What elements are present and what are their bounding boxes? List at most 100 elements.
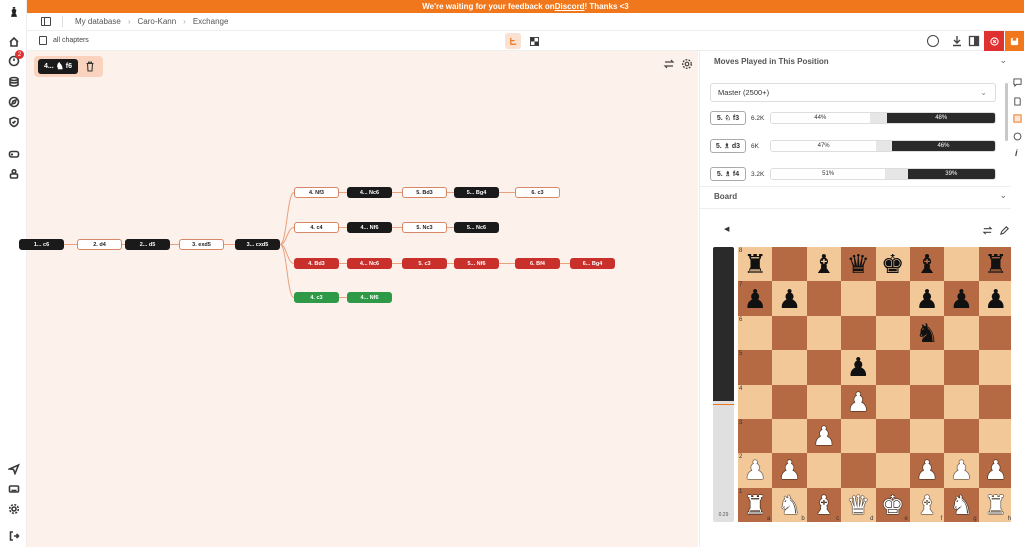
board-square[interactable] bbox=[875, 418, 910, 454]
move-chip[interactable]: 5. ♗ d3 bbox=[710, 139, 746, 153]
black-rook-icon[interactable]: ♜ bbox=[984, 251, 1007, 277]
move-stat-row[interactable]: 5. ♗ d3 6K 47% 46% bbox=[710, 139, 996, 153]
black-pawn-icon[interactable]: ♟ bbox=[744, 286, 767, 312]
black-pawn-icon[interactable]: ♟ bbox=[778, 286, 801, 312]
board-square[interactable]: ♛ bbox=[841, 247, 876, 282]
board-square[interactable] bbox=[772, 247, 807, 282]
white-knight-icon[interactable]: ♞ bbox=[778, 492, 801, 518]
move-node[interactable]: 2. d4 bbox=[77, 239, 122, 250]
move-node[interactable]: 4... Nc6 bbox=[347, 187, 392, 198]
puzzle-icon[interactable] bbox=[1013, 132, 1022, 141]
white-pawn-icon[interactable]: ♟ bbox=[950, 457, 973, 483]
board-square[interactable] bbox=[978, 315, 1013, 351]
save-button[interactable] bbox=[1005, 31, 1024, 51]
black-queen-icon[interactable]: ♛ bbox=[847, 251, 870, 277]
move-node[interactable]: 3. exd5 bbox=[179, 239, 224, 250]
board-view-button[interactable] bbox=[526, 33, 542, 49]
layout-icon[interactable] bbox=[968, 35, 980, 47]
black-pawn-icon[interactable]: ♟ bbox=[915, 286, 938, 312]
black-pawn-icon[interactable]: ♟ bbox=[950, 286, 973, 312]
download-icon[interactable] bbox=[951, 35, 963, 47]
board-square[interactable] bbox=[806, 281, 842, 316]
move-chip[interactable]: 5. ♗ f4 bbox=[710, 167, 746, 181]
board-square[interactable] bbox=[944, 384, 979, 419]
send-icon[interactable] bbox=[7, 462, 20, 475]
board-square[interactable]: 4 bbox=[738, 384, 773, 419]
move-node[interactable]: 6. Bf4 bbox=[515, 258, 560, 269]
annotate-icon[interactable] bbox=[1013, 97, 1022, 106]
home-icon[interactable] bbox=[7, 35, 20, 48]
black-pawn-icon[interactable]: ♟ bbox=[984, 286, 1007, 312]
board-square[interactable]: ♟ bbox=[772, 281, 807, 316]
white-pawn-icon[interactable]: ♟ bbox=[915, 457, 938, 483]
comment-icon[interactable] bbox=[1013, 78, 1022, 87]
board-square[interactable]: ♟ bbox=[841, 350, 876, 385]
board-square[interactable] bbox=[909, 418, 945, 454]
white-rook-icon[interactable]: ♜ bbox=[984, 492, 1007, 518]
move-node[interactable]: 5... Bg4 bbox=[454, 187, 499, 198]
discord-link[interactable]: Discord bbox=[555, 2, 585, 11]
white-queen-icon[interactable]: ♛ bbox=[847, 492, 870, 518]
board-square[interactable]: 1 a ♜ bbox=[738, 487, 773, 522]
move-node[interactable]: 1... c6 bbox=[19, 239, 64, 250]
board-square[interactable]: ♟ bbox=[909, 281, 945, 316]
board-square[interactable] bbox=[875, 453, 910, 488]
board-square[interactable] bbox=[978, 350, 1013, 385]
board-square[interactable]: ♟ bbox=[944, 453, 979, 488]
board-square[interactable] bbox=[772, 350, 807, 385]
board-square[interactable]: 3 bbox=[738, 418, 773, 454]
board-square[interactable]: 5 bbox=[738, 350, 773, 385]
move-node[interactable]: 5... Nf6 bbox=[454, 258, 499, 269]
database-icon[interactable] bbox=[7, 75, 20, 88]
board-square[interactable]: ♚ bbox=[875, 247, 910, 282]
keyboard-icon[interactable] bbox=[7, 482, 20, 495]
move-node[interactable]: 5... Nc6 bbox=[454, 222, 499, 233]
move-node[interactable]: 5. Bd3 bbox=[402, 187, 447, 198]
white-pawn-icon[interactable]: ♟ bbox=[778, 457, 801, 483]
white-pawn-icon[interactable]: ♟ bbox=[744, 457, 767, 483]
move-node[interactable]: 4. Nf3 bbox=[294, 187, 339, 198]
board-square[interactable]: f ♝ bbox=[909, 487, 945, 522]
white-bishop-icon[interactable]: ♝ bbox=[915, 492, 938, 518]
move-node[interactable]: 6... Bg4 bbox=[570, 258, 615, 269]
white-knight-icon[interactable]: ♞ bbox=[950, 492, 973, 518]
move-node[interactable]: 4... Nf6 bbox=[347, 222, 392, 233]
move-node[interactable]: 3... cxd5 bbox=[235, 239, 280, 250]
board-square[interactable] bbox=[806, 350, 842, 385]
globe-icon[interactable] bbox=[927, 35, 939, 47]
board-square[interactable] bbox=[772, 315, 807, 351]
board-square[interactable]: ♝ bbox=[806, 247, 842, 282]
board-square[interactable]: h ♜ bbox=[978, 487, 1013, 522]
chapters-select[interactable]: all chapters bbox=[53, 37, 89, 44]
breadcrumb-item[interactable]: My database bbox=[75, 17, 121, 26]
board-square[interactable]: g ♞ bbox=[944, 487, 979, 522]
board-square[interactable]: ♟ bbox=[841, 384, 876, 419]
move-stat-row[interactable]: 5. ♘ f3 6.2K 44% 48% bbox=[710, 111, 996, 125]
board-square[interactable] bbox=[806, 315, 842, 351]
board-square[interactable] bbox=[841, 315, 876, 351]
board-square[interactable]: ♜ bbox=[978, 247, 1013, 282]
tree-view-button[interactable] bbox=[505, 33, 521, 49]
white-rook-icon[interactable]: ♜ bbox=[744, 492, 767, 518]
move-chip[interactable]: 5. ♘ f3 bbox=[710, 111, 746, 125]
black-bishop-icon[interactable]: ♝ bbox=[812, 251, 835, 277]
white-pawn-icon[interactable]: ♟ bbox=[847, 389, 870, 415]
black-knight-icon[interactable]: ♞ bbox=[915, 320, 938, 346]
breadcrumb-item[interactable]: Caro-Kann bbox=[137, 17, 176, 26]
chessboard[interactable]: 8 ♜ ♝ ♛ ♚ ♝ ♜ 7 ♟ ♟ ♟ ♟ ♟ 6 ♞ 5 ♟ 4 ♟ 3 ♟ 2 ♟ ♟ ♟ ♟ ♟ 1 a ♜ b ♞ c ♝ d ♛ e ♚ f ♝… bbox=[738, 247, 1013, 522]
sidebar-toggle-icon[interactable] bbox=[41, 17, 51, 26]
info-icon[interactable]: i bbox=[1015, 148, 1018, 158]
board-square[interactable] bbox=[978, 418, 1013, 454]
white-king-icon[interactable]: ♚ bbox=[881, 492, 904, 518]
move-node[interactable]: 5. Nc3 bbox=[402, 222, 447, 233]
board-square[interactable] bbox=[944, 350, 979, 385]
board-square[interactable]: ♞ bbox=[909, 315, 945, 351]
settings-icon[interactable] bbox=[7, 502, 20, 515]
collapse-left-icon[interactable]: ◀ bbox=[724, 225, 729, 233]
board-square[interactable] bbox=[944, 247, 979, 282]
board-square[interactable] bbox=[944, 418, 979, 454]
board-square[interactable]: ♟ bbox=[806, 418, 842, 454]
flip-board-icon[interactable] bbox=[982, 225, 993, 236]
white-bishop-icon[interactable]: ♝ bbox=[812, 492, 835, 518]
shield-icon[interactable] bbox=[7, 115, 20, 128]
